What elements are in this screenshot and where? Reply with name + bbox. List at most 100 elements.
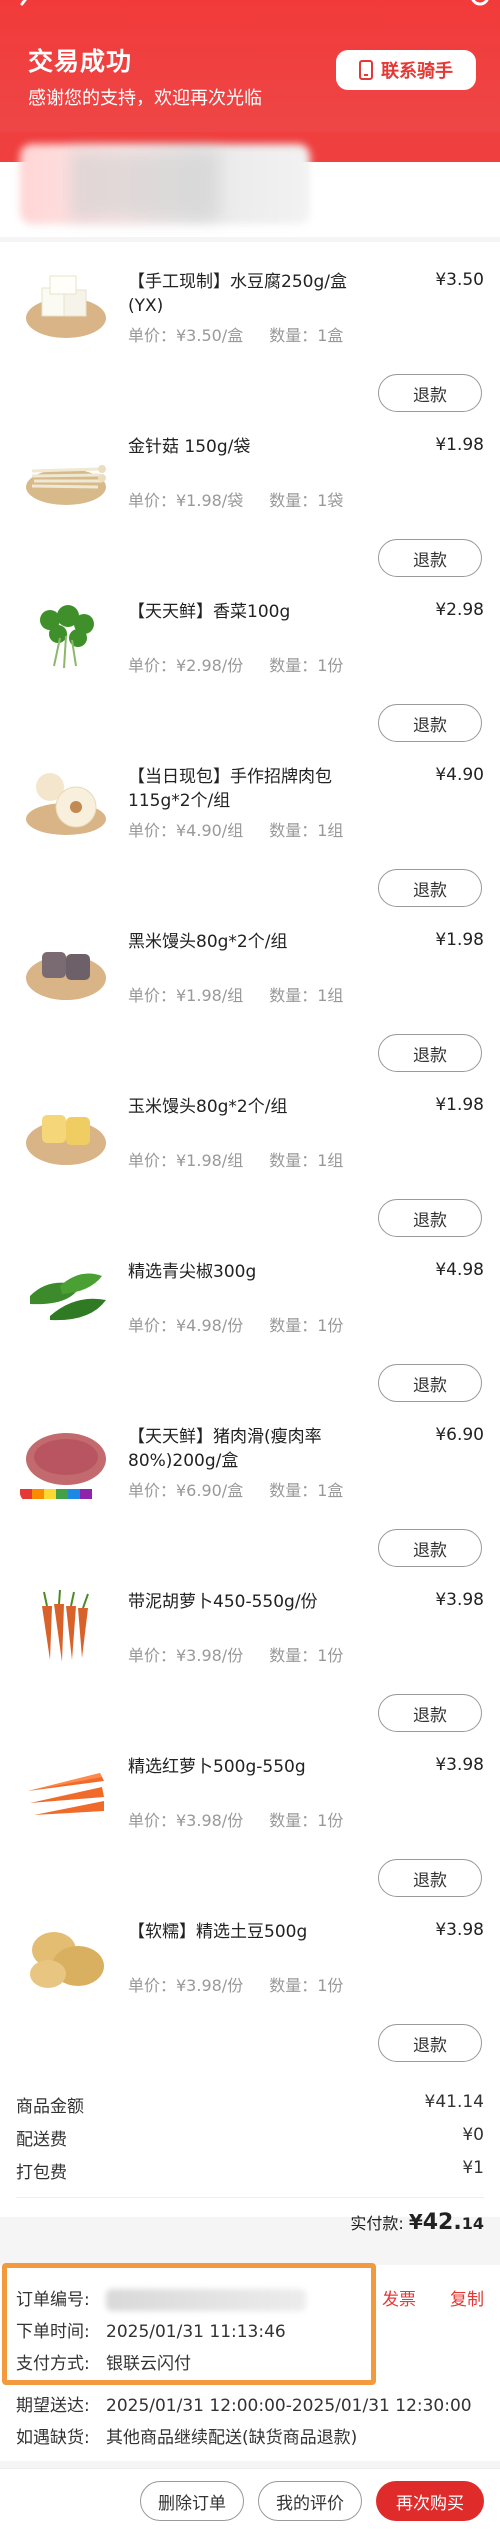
item-meta: 单价：¥1.98/袋 数量：1袋 [128,487,343,511]
unit-price: 单价：¥1.98/组 [128,1151,244,1170]
coriander-icon [20,596,112,676]
reorder-button[interactable]: 再次购买 [376,2481,484,2521]
order-time-label: 下单时间: [16,2322,90,2342]
minced-pork-icon [20,1421,112,1501]
unit-price: 单价：¥3.98/份 [128,1646,244,1665]
list-item[interactable]: 玉米馒头80g*2个/组 ¥1.98 单价：¥1.98/组 数量：1组 退款 [0,1067,500,1237]
back-icon[interactable] [14,0,38,12]
item-meta: 单价：¥6.90/盒 数量：1盒 [128,1477,343,1501]
order-time-value: 2025/01/31 11:13:46 [106,2322,286,2342]
packing-fee-label: 打包费 [16,2163,67,2183]
shortage-policy-value: 其他商品继续配送(缺货商品退款) [106,2428,358,2448]
unit-price: 单价：¥1.98/组 [128,986,244,1005]
unit-price: 单价：¥1.98/袋 [128,491,244,510]
more-icon[interactable] [470,0,490,8]
item-price: ¥1.98 [435,435,484,455]
divider [16,2197,484,2198]
phone-icon [359,60,373,80]
delivery-fee-label: 配送费 [16,2130,67,2150]
item-price: ¥3.98 [435,1920,484,1940]
list-item[interactable]: 黑米馒头80g*2个/组 ¥1.98 单价：¥1.98/组 数量：1组 退款 [0,902,500,1072]
list-item[interactable]: 【天天鲜】香菜100g ¥2.98 单价：¥2.98/份 数量：1份 退款 [0,572,500,742]
unit-price: 单价：¥3.98/份 [128,1976,244,1995]
potato-icon [20,1916,112,1996]
black-rice-bun-icon [20,926,112,1006]
total-label: 实付款: [350,2214,404,2233]
store-card[interactable] [0,132,500,237]
invoice-link[interactable]: 发票 [382,2285,416,2310]
item-price: ¥4.98 [435,1260,484,1280]
quantity: 数量：1盒 [269,1481,344,1500]
bottom-action-bar: 删除订单 我的评价 再次购买 [0,2468,500,2537]
item-price: ¥3.98 [435,1590,484,1610]
item-name: 【软糯】精选土豆500g [128,1922,308,1942]
unit-price: 单价：¥4.90/组 [128,821,244,840]
item-meta: 单价：¥1.98/组 数量：1组 [128,982,343,1006]
copy-order-number-link[interactable]: 复制 [450,2285,484,2310]
refund-button[interactable]: 退款 [378,2024,482,2062]
item-price: ¥2.98 [435,600,484,620]
carrot-icon [20,1751,112,1831]
item-meta: 单价：¥4.90/组 数量：1组 [128,817,343,841]
unit-price: 单价：¥3.98/份 [128,1811,244,1830]
list-item[interactable]: 【手工现制】水豆腐250g/盒(YX) ¥3.50 单价：¥3.50/盒 数量：1… [0,242,500,412]
goods-amount-row: 商品金额 ¥41.14 [16,2092,484,2117]
packing-fee-row: 打包费 ¥1 [16,2158,484,2183]
my-review-button[interactable]: 我的评价 [258,2481,362,2521]
item-price: ¥1.98 [435,1095,484,1115]
list-item[interactable]: 精选红萝卜500g-550g ¥3.98 单价：¥3.98/份 数量：1份 退款 [0,1727,500,1897]
order-number-redacted [106,2289,306,2311]
list-item[interactable]: 金针菇 150g/袋 ¥1.98 单价：¥1.98/袋 数量：1袋 退款 [0,407,500,577]
item-meta: 单价：¥4.98/份 数量：1份 [128,1312,343,1336]
item-name: 精选红萝卜500g-550g [128,1757,306,1777]
order-number-label: 订单编号: [16,2290,90,2310]
item-name: 【当日现包】手作招牌肉包115g*2个/组 [128,767,332,811]
order-items-list: 【手工现制】水豆腐250g/盒(YX) ¥3.50 单价：¥3.50/盒 数量：1… [0,242,500,2235]
item-price: ¥3.50 [435,270,484,290]
quantity: 数量：1份 [269,1316,344,1335]
tofu-icon [20,266,112,346]
quantity: 数量：1袋 [269,491,344,510]
item-name: 黑米馒头80g*2个/组 [128,932,288,952]
list-item[interactable]: 带泥胡萝卜450-550g/份 ¥3.98 单价：¥3.98/份 数量：1份 退款 [0,1562,500,1732]
muddy-carrot-icon [20,1586,112,1666]
order-status-subtitle: 感谢您的支持，欢迎再次光临 [28,88,262,109]
item-meta: 单价：¥3.98/份 数量：1份 [128,1642,343,1666]
item-name: 带泥胡萝卜450-550g/份 [128,1592,318,1612]
shortage-policy-label: 如遇缺货: [16,2428,90,2448]
item-name: 金针菇 150g/袋 [128,437,251,457]
quantity: 数量：1组 [269,1151,344,1170]
corn-bun-icon [20,1091,112,1171]
quantity: 数量：1组 [269,821,344,840]
total-decimal: 14 [461,2214,484,2233]
quantity: 数量：1份 [269,1976,344,1995]
list-item[interactable]: 精选青尖椒300g ¥4.98 单价：¥4.98/份 数量：1份 退款 [0,1232,500,1402]
bun-icon [20,761,112,841]
item-name: 玉米馒头80g*2个/组 [128,1097,288,1117]
list-item[interactable]: 【当日现包】手作招牌肉包115g*2个/组 ¥4.90 单价：¥4.90/组 数量… [0,737,500,907]
item-meta: 单价：¥1.98/组 数量：1组 [128,1147,343,1171]
item-price: ¥1.98 [435,930,484,950]
goods-amount-value: ¥41.14 [424,2092,484,2112]
delivery-fee-value: ¥0 [462,2125,484,2145]
delivery-fee-row: 配送费 ¥0 [16,2125,484,2150]
item-name: 精选青尖椒300g [128,1262,257,1282]
order-number-row: 订单编号: [16,2285,306,2311]
order-time-row: 下单时间: 2025/01/31 11:13:46 [16,2317,286,2342]
total-paid: 实付款: ¥42.14 [350,2210,484,2235]
list-item[interactable]: 【天天鲜】猪肉滑(瘦肉率80%)200g/盒 ¥6.90 单价：¥6.90/盒 数… [0,1397,500,1567]
quantity: 数量：1份 [269,656,344,675]
delete-order-button[interactable]: 删除订单 [140,2481,244,2521]
list-item[interactable]: 【软糯】精选土豆500g ¥3.98 单价：¥3.98/份 数量：1份 退款 [0,1892,500,2062]
store-info-redacted-overlay [70,150,220,220]
contact-rider-button[interactable]: 联系骑手 [336,50,476,90]
shortage-policy-row: 如遇缺货: 其他商品继续配送(缺货商品退款) [16,2423,357,2448]
expected-delivery-row: 期望送达: 2025/01/31 12:00:00-2025/01/31 12:3… [16,2391,472,2416]
green-pepper-icon [20,1256,112,1336]
item-name: 【天天鲜】香菜100g [128,602,291,622]
quantity: 数量：1份 [269,1811,344,1830]
order-info-card: 订单编号: 发票 复制 下单时间: 2025/01/31 11:13:46 支付方… [0,2265,500,2461]
contact-rider-label: 联系骑手 [381,61,453,82]
item-name: 【手工现制】水豆腐250g/盒(YX) [128,272,347,316]
unit-price: 单价：¥4.98/份 [128,1316,244,1335]
